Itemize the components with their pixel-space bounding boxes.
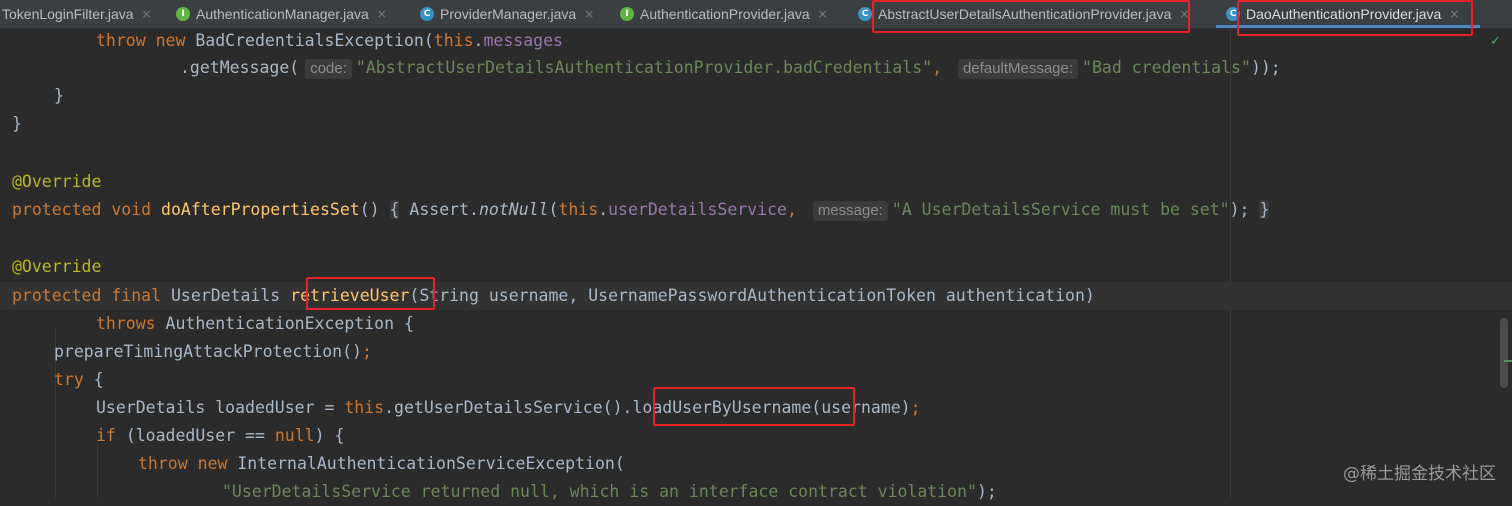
tab-authenticationprovider[interactable]: I AuthenticationProvider.java × <box>620 0 828 28</box>
parameter-hint: defaultMessage: <box>957 59 1079 79</box>
interface-icon: I <box>620 7 634 21</box>
code-line: protected final UserDetails retrieveUser… <box>12 286 1095 305</box>
code-line: } <box>12 114 22 133</box>
tab-label: AuthenticationProvider.java <box>640 6 810 22</box>
interface-icon: I <box>176 7 190 21</box>
class-icon: C <box>858 7 872 21</box>
code-line: throw new BadCredentialsException(this.m… <box>96 31 563 50</box>
close-icon[interactable]: × <box>142 7 152 21</box>
tab-label: AuthenticationManager.java <box>196 6 369 22</box>
parameter-hint: code: <box>305 59 352 79</box>
code-line: try { <box>54 370 104 389</box>
tab-providermanager[interactable]: C ProviderManager.java × <box>420 0 594 28</box>
parameter-hint: message: <box>812 201 888 221</box>
close-icon[interactable]: × <box>377 7 387 21</box>
annotation-line: @Override <box>12 172 102 191</box>
indent-guide <box>97 443 98 498</box>
tab-tokenloginfilter[interactable]: TokenLoginFilter.java × <box>2 0 152 28</box>
tab-authenticationmanager[interactable]: I AuthenticationManager.java × <box>176 0 387 28</box>
code-line: } <box>54 86 64 105</box>
close-icon[interactable]: × <box>818 7 828 21</box>
folded-block: } <box>1259 200 1270 219</box>
code-line: protected void doAfterPropertiesSet() { … <box>12 200 1270 221</box>
tab-label: ProviderManager.java <box>440 6 577 22</box>
highlight-box-abstract-tab <box>872 0 1190 33</box>
error-stripe-marker <box>1504 360 1512 362</box>
right-margin-guide <box>1230 28 1231 498</box>
tab-label: TokenLoginFilter.java <box>2 6 134 22</box>
class-icon: C <box>420 7 434 21</box>
code-line: throw new InternalAuthenticationServiceE… <box>138 454 625 473</box>
highlight-box-retrieveuser <box>306 277 435 310</box>
code-line: throws AuthenticationException { <box>96 314 414 333</box>
inspection-ok-icon: ✓ <box>1490 34 1501 49</box>
highlight-box-loaduserbyusername <box>653 387 855 426</box>
annotation-line: @Override <box>12 257 102 276</box>
watermark: @稀土掘金技术社区 <box>1343 464 1496 484</box>
code-line: .getMessage(code: "AbstractUserDetailsAut… <box>180 58 1281 79</box>
code-line: if (loadedUser == null) { <box>96 426 345 445</box>
close-icon[interactable]: × <box>584 7 594 21</box>
code-line: "UserDetailsService returned null, which… <box>222 482 997 501</box>
folded-block: { <box>389 200 400 219</box>
code-line: prepareTimingAttackProtection(); <box>54 342 372 361</box>
highlight-box-dao-tab <box>1237 0 1473 36</box>
vertical-scrollbar-thumb[interactable] <box>1500 318 1508 388</box>
